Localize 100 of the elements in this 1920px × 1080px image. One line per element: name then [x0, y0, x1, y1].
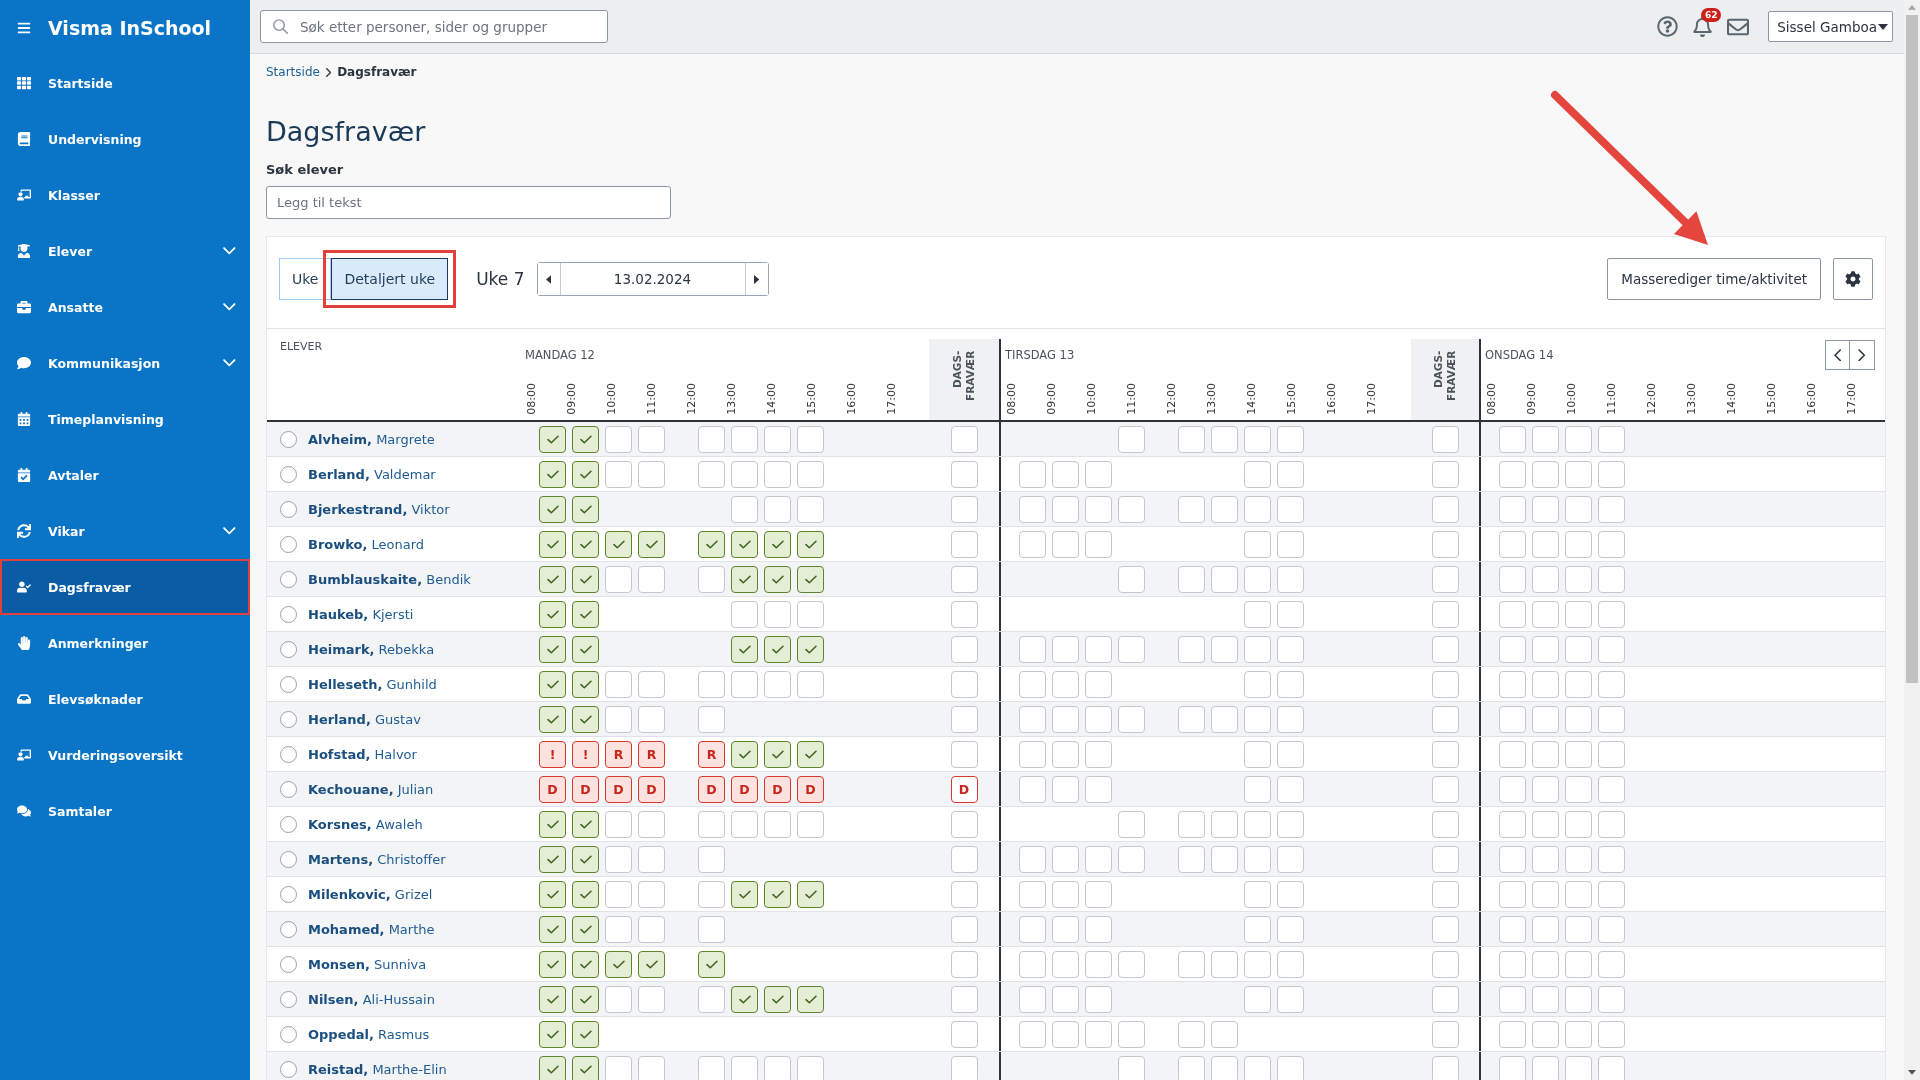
sidebar-item[interactable]: Vikar: [0, 503, 250, 559]
breadcrumb-link[interactable]: Startside: [266, 65, 320, 79]
row-checkbox[interactable]: [280, 815, 297, 833]
attendance-box[interactable]: [572, 460, 599, 488]
student-name-link[interactable]: Bjerkestrand, Viktor: [308, 501, 450, 517]
attendance-box[interactable]: [539, 565, 566, 593]
attendance-box[interactable]: [539, 950, 566, 978]
attendance-box[interactable]: [797, 740, 824, 768]
attendance-box[interactable]: [731, 530, 758, 558]
student-name-link[interactable]: Helleseth, Gunhild: [308, 676, 437, 692]
attendance-box[interactable]: [572, 495, 599, 523]
student-name-link[interactable]: Heimark, Rebekka: [308, 641, 435, 657]
absence-code-box[interactable]: D: [797, 775, 824, 803]
attendance-box[interactable]: [764, 985, 791, 1013]
help-icon[interactable]: [1657, 16, 1679, 37]
row-checkbox[interactable]: [280, 745, 297, 763]
row-checkbox[interactable]: [280, 990, 297, 1008]
student-name-link[interactable]: Bumblauskaite, Bendik: [308, 571, 471, 587]
student-name-link[interactable]: Herland, Gustav: [308, 711, 421, 727]
student-name-link[interactable]: Reistad, Marthe-Elin: [308, 1061, 447, 1077]
attendance-box[interactable]: [764, 740, 791, 768]
chevron-down-icon[interactable]: [223, 359, 236, 367]
attendance-box[interactable]: [572, 810, 599, 838]
absence-code-box[interactable]: D: [950, 775, 978, 803]
absence-code-box[interactable]: !: [539, 740, 566, 768]
sidebar-item[interactable]: Samtaler: [0, 783, 250, 839]
next-week-button[interactable]: [744, 263, 768, 295]
absence-code-box[interactable]: D: [572, 775, 599, 803]
settings-button[interactable]: [1833, 258, 1873, 300]
attendance-box[interactable]: [572, 845, 599, 873]
row-checkbox[interactable]: [280, 535, 297, 553]
row-checkbox[interactable]: [280, 885, 297, 903]
row-checkbox[interactable]: [280, 920, 297, 938]
attendance-box[interactable]: [572, 880, 599, 908]
attendance-box[interactable]: [797, 565, 824, 593]
previous-day-button[interactable]: [1825, 340, 1850, 370]
next-day-button[interactable]: [1850, 340, 1875, 370]
sidebar-item[interactable]: Undervisning: [0, 111, 250, 167]
sidebar-item[interactable]: Kommunikasjon: [0, 335, 250, 391]
absence-code-box[interactable]: D: [698, 775, 725, 803]
row-checkbox[interactable]: [280, 955, 297, 973]
input-field[interactable]: Legg til tekst: [266, 186, 671, 219]
caret-up-icon[interactable]: [1908, 5, 1916, 10]
attendance-box[interactable]: [572, 670, 599, 698]
attendance-box[interactable]: [731, 880, 758, 908]
row-checkbox[interactable]: [280, 465, 297, 483]
date-picker[interactable]: 13.02.2024: [536, 262, 769, 296]
absence-code-box[interactable]: D: [539, 775, 566, 803]
attendance-box[interactable]: [638, 530, 665, 558]
menu-icon[interactable]: [17, 20, 31, 35]
attendance-box[interactable]: [539, 705, 566, 733]
sidebar-item[interactable]: Anmerkninger: [0, 615, 250, 671]
absence-code-box[interactable]: R: [638, 740, 665, 768]
attendance-box[interactable]: [539, 880, 566, 908]
attendance-box[interactable]: [572, 600, 599, 628]
student-name-link[interactable]: Berland, Valdemar: [308, 466, 436, 482]
sidebar-item[interactable]: Vurderingsoversikt: [0, 727, 250, 783]
attendance-box[interactable]: [539, 985, 566, 1013]
attendance-box[interactable]: [572, 1055, 599, 1080]
attendance-box[interactable]: [539, 1055, 566, 1080]
student-name-link[interactable]: Nilsen, Ali-Hussain: [308, 991, 435, 1007]
row-checkbox[interactable]: [280, 430, 297, 448]
view-tab[interactable]: Uke: [279, 258, 332, 300]
search-field[interactable]: Søk etter personer, sider og grupper: [260, 10, 608, 43]
sidebar-item[interactable]: Ansatte: [0, 279, 250, 335]
attendance-box[interactable]: [572, 950, 599, 978]
attendance-box[interactable]: [731, 565, 758, 593]
attendance-box[interactable]: [698, 530, 725, 558]
sidebar-item[interactable]: Elevsøknader: [0, 671, 250, 727]
attendance-box[interactable]: [539, 635, 566, 663]
attendance-box[interactable]: [764, 565, 791, 593]
attendance-box[interactable]: [698, 950, 725, 978]
scrollbar[interactable]: [1904, 0, 1920, 1080]
row-checkbox[interactable]: [280, 500, 297, 518]
absence-code-box[interactable]: D: [605, 775, 632, 803]
attendance-box[interactable]: [797, 530, 824, 558]
student-name-link[interactable]: Alvheim, Margrete: [308, 431, 435, 447]
attendance-box[interactable]: [539, 460, 566, 488]
attendance-box[interactable]: [572, 915, 599, 943]
attendance-box[interactable]: [539, 845, 566, 873]
attendance-box[interactable]: [572, 635, 599, 663]
row-checkbox[interactable]: [280, 710, 297, 728]
student-name-link[interactable]: Kechouane, Julian: [308, 781, 434, 797]
attendance-box[interactable]: [605, 530, 632, 558]
sidebar-item[interactable]: Dagsfravær: [0, 559, 250, 615]
chevron-down-icon[interactable]: [223, 527, 236, 535]
sidebar-item[interactable]: Timeplanvisning: [0, 391, 250, 447]
attendance-box[interactable]: [539, 1020, 566, 1048]
bulk-edit-button[interactable]: Masserediger time/aktivitet: [1607, 258, 1821, 300]
attendance-box[interactable]: [539, 810, 566, 838]
scrollbar-thumb[interactable]: [1906, 14, 1918, 683]
chevron-down-icon[interactable]: [223, 247, 236, 255]
attendance-box[interactable]: [605, 950, 632, 978]
attendance-box[interactable]: [797, 880, 824, 908]
attendance-box[interactable]: [539, 495, 566, 523]
student-name-link[interactable]: Oppedal, Rasmus: [308, 1026, 430, 1042]
absence-code-box[interactable]: D: [731, 775, 758, 803]
row-checkbox[interactable]: [280, 570, 297, 588]
sidebar-item[interactable]: Elever: [0, 223, 250, 279]
row-checkbox[interactable]: [280, 780, 297, 798]
